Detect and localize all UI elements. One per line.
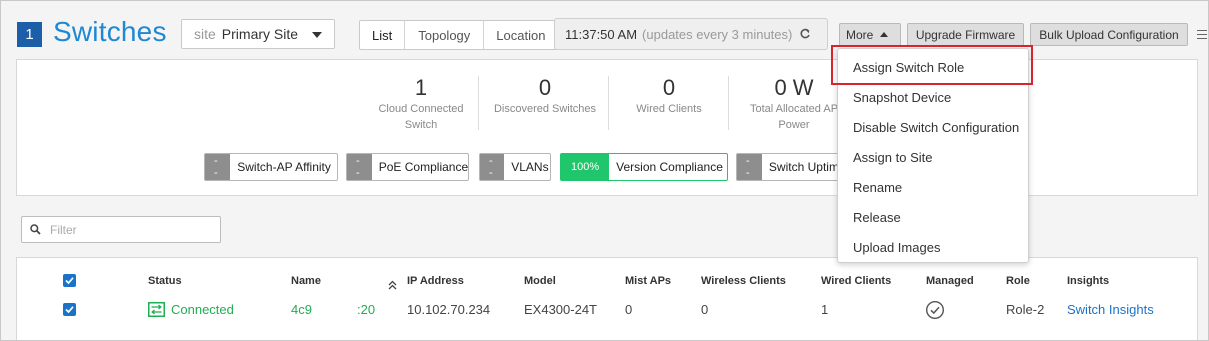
view-tabs: List Topology Location bbox=[359, 20, 559, 50]
sle-chip-label: Switch Uptim bbox=[768, 160, 839, 174]
column-header-managed[interactable]: Managed bbox=[926, 275, 974, 287]
current-time: 11:37:50 AM bbox=[565, 26, 638, 42]
sle-chip-value: -- bbox=[737, 154, 762, 180]
chevron-up-icon bbox=[880, 32, 889, 37]
filter-box bbox=[21, 216, 221, 243]
role-value: Role-2 bbox=[1006, 302, 1045, 317]
hamburger-icon[interactable] bbox=[1197, 30, 1207, 42]
stat-label: Discovered Switches bbox=[493, 103, 597, 115]
switch-table: Status Name IP Address Model Mist APs Wi… bbox=[16, 257, 1198, 340]
update-time-box: 11:37:50 AM (updates every 3 minutes) bbox=[554, 18, 828, 50]
row-checkbox[interactable] bbox=[63, 303, 76, 316]
divider bbox=[728, 76, 729, 130]
wireless-clients-value: 0 bbox=[701, 302, 709, 317]
divider bbox=[478, 76, 479, 130]
column-header-insights[interactable]: Insights bbox=[1067, 275, 1109, 287]
sle-chip-switch-uptime[interactable]: -- Switch Uptim bbox=[736, 153, 842, 181]
column-header-ip-address[interactable]: IP Address bbox=[407, 275, 464, 287]
column-header-wired-clients[interactable]: Wired Clients bbox=[821, 275, 891, 287]
status-text: Connected bbox=[171, 302, 234, 317]
more-button-label: More bbox=[846, 27, 874, 42]
stat-value: 0 bbox=[662, 75, 676, 100]
stat-value: 0 bbox=[538, 75, 552, 100]
column-header-wireless-clients[interactable]: Wireless Clients bbox=[701, 275, 786, 287]
switch-insights-link[interactable]: Switch Insights bbox=[1067, 302, 1154, 317]
column-header-name[interactable]: Name bbox=[291, 275, 321, 287]
menu-item-snapshot-device[interactable]: Snapshot Device bbox=[853, 90, 951, 105]
divider bbox=[608, 76, 609, 130]
column-header-status[interactable]: Status bbox=[148, 275, 182, 287]
page-title: Switches bbox=[53, 16, 167, 47]
menu-item-release[interactable]: Release bbox=[853, 210, 901, 225]
sle-chip-switch-ap-affinity[interactable]: -- Switch-AP Affinity bbox=[204, 153, 338, 181]
chevron-down-icon bbox=[312, 32, 322, 38]
update-interval-note: (updates every 3 minutes) bbox=[642, 26, 793, 42]
filter-input[interactable] bbox=[50, 222, 210, 237]
refresh-icon[interactable] bbox=[799, 28, 811, 40]
sle-chip-label: Version Compliance bbox=[616, 160, 723, 174]
menu-item-disable-switch-configuration[interactable]: Disable Switch Configuration bbox=[853, 120, 1019, 135]
sle-chip-vlans[interactable]: -- VLANs bbox=[479, 153, 551, 181]
switches-page: 1 Switches site Primary Site List Topolo… bbox=[0, 0, 1209, 341]
stat-label: Wired Clients bbox=[636, 103, 702, 115]
sle-chip-value: -- bbox=[480, 154, 505, 180]
switch-connected-icon bbox=[148, 302, 165, 317]
sle-chip-value: -- bbox=[347, 154, 372, 180]
stat-label-line2: Power bbox=[778, 119, 810, 131]
tab-topology[interactable]: Topology bbox=[404, 21, 483, 49]
wired-clients-value: 1 bbox=[821, 302, 829, 317]
menu-item-rename[interactable]: Rename bbox=[853, 180, 902, 195]
stat-wired-clients: 0 Wired Clients bbox=[617, 75, 721, 117]
model-value: EX4300-24T bbox=[524, 302, 597, 317]
sle-chip-label: VLANs bbox=[511, 160, 549, 174]
more-button[interactable]: More bbox=[839, 23, 901, 46]
sle-chip-value: -- bbox=[205, 154, 231, 180]
sle-chip-value: 100% bbox=[561, 154, 610, 180]
stat-label: Cloud Connected bbox=[378, 103, 464, 115]
stat-cloud-connected: 1 Cloud Connected Switch bbox=[372, 75, 470, 133]
switch-name-link[interactable]: 4c9 bbox=[291, 302, 312, 317]
column-header-role[interactable]: Role bbox=[1006, 275, 1030, 287]
stat-label-line2: Switch bbox=[404, 119, 438, 131]
ip-address-value: 10.102.70.234 bbox=[407, 302, 491, 317]
sle-chip-version-compliance[interactable]: 100% Version Compliance bbox=[560, 153, 728, 181]
sort-ascending-icon[interactable] bbox=[388, 280, 397, 291]
stat-value: 1 bbox=[414, 75, 428, 100]
menu-item-upload-images[interactable]: Upload Images bbox=[853, 240, 940, 255]
tab-list[interactable]: List bbox=[360, 21, 404, 49]
site-selector-value: Primary Site bbox=[221, 26, 299, 42]
bulk-upload-button[interactable]: Bulk Upload Configuration bbox=[1030, 23, 1188, 46]
site-selector-label: site bbox=[194, 26, 216, 42]
column-header-mist-aps[interactable]: Mist APs bbox=[625, 275, 671, 287]
mist-aps-value: 0 bbox=[625, 302, 633, 317]
sle-chip-poe-compliance[interactable]: -- PoE Compliance bbox=[346, 153, 469, 181]
sle-chip-label: PoE Compliance bbox=[378, 160, 468, 174]
site-selector[interactable]: site Primary Site bbox=[181, 19, 335, 49]
managed-check-icon bbox=[925, 300, 945, 320]
menu-item-assign-to-site[interactable]: Assign to Site bbox=[853, 150, 933, 165]
stat-discovered: 0 Discovered Switches bbox=[488, 75, 602, 117]
sle-chip-label: Switch-AP Affinity bbox=[237, 160, 331, 174]
tab-location[interactable]: Location bbox=[483, 21, 557, 49]
select-all-checkbox[interactable] bbox=[63, 274, 76, 287]
switch-name-suffix[interactable]: :20 bbox=[357, 302, 375, 317]
stat-label: Total Allocated AP bbox=[749, 103, 839, 115]
highlight-annotation-box bbox=[831, 45, 1033, 85]
switch-count-badge: 1 bbox=[17, 22, 42, 47]
column-header-model[interactable]: Model bbox=[524, 275, 556, 287]
search-icon bbox=[30, 224, 41, 235]
upgrade-firmware-button[interactable]: Upgrade Firmware bbox=[907, 23, 1024, 46]
